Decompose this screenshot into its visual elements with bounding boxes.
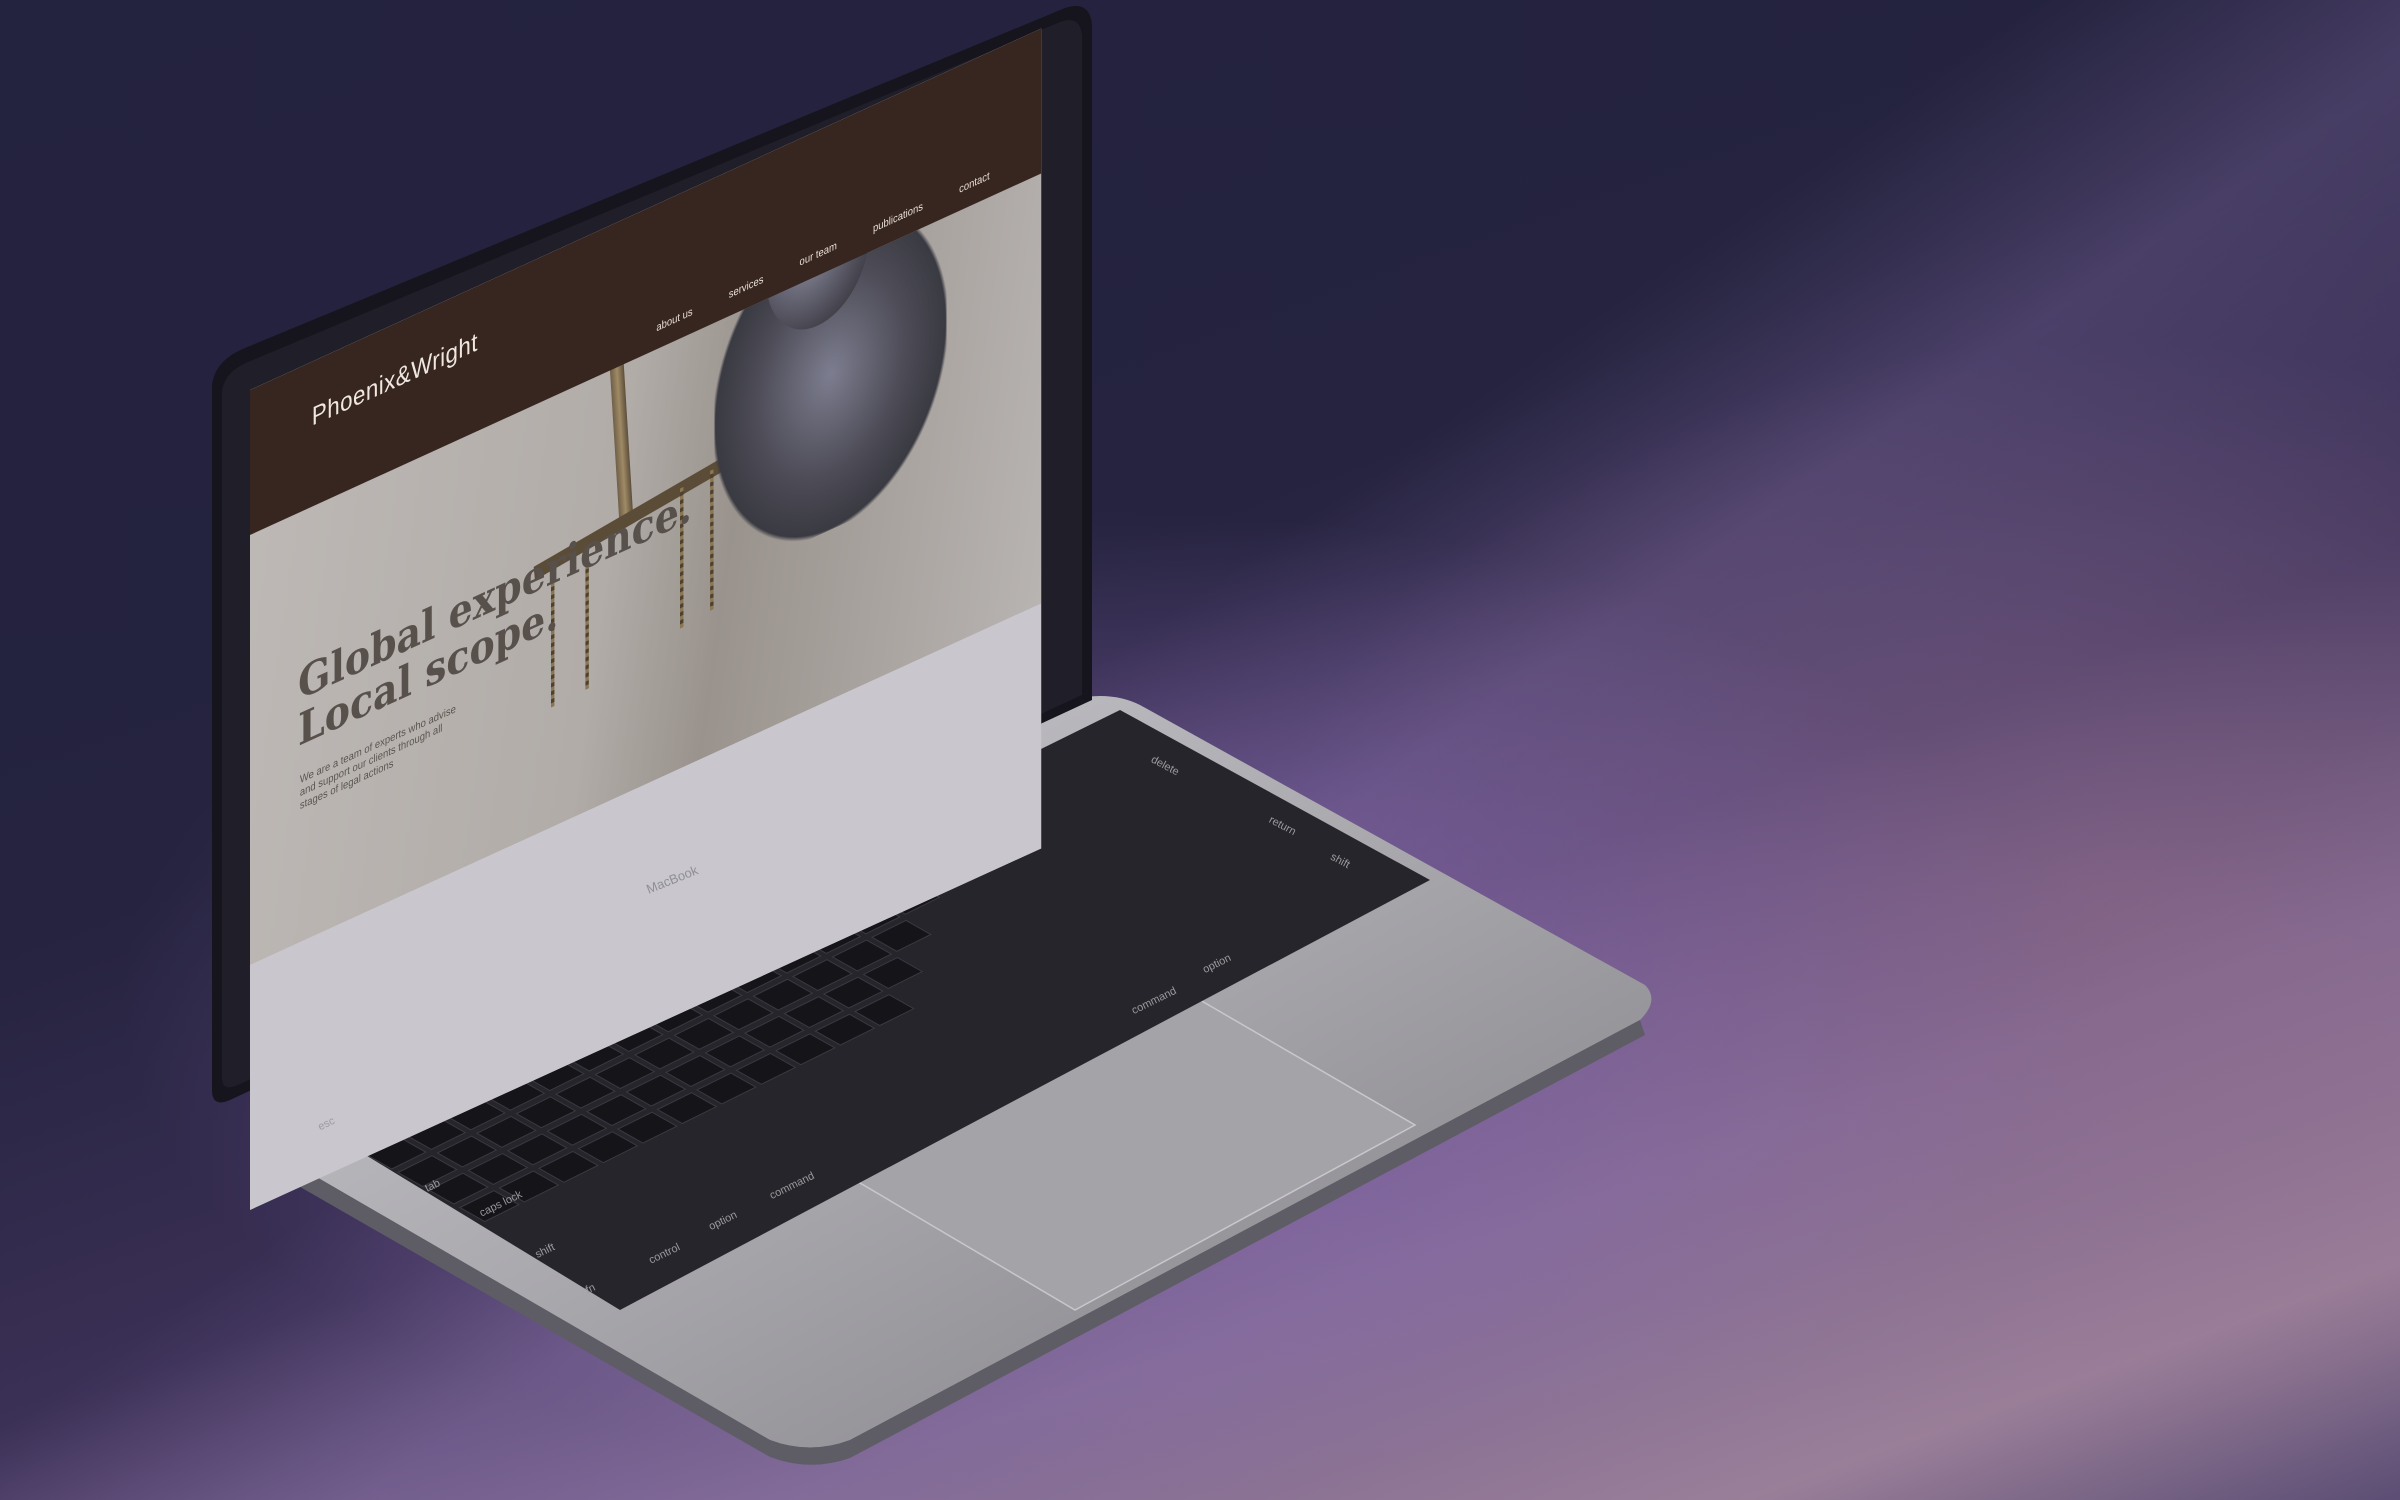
nav-publications[interactable]: publications	[873, 200, 923, 235]
nav-our-team[interactable]: our team	[800, 240, 837, 269]
nav-services[interactable]: services	[729, 273, 764, 301]
nav-about-us[interactable]: about us	[656, 306, 692, 335]
hero-title: Global experience. Local scope.	[298, 480, 692, 757]
nav-contact[interactable]: contact	[959, 170, 990, 196]
scales-chain	[710, 469, 714, 611]
